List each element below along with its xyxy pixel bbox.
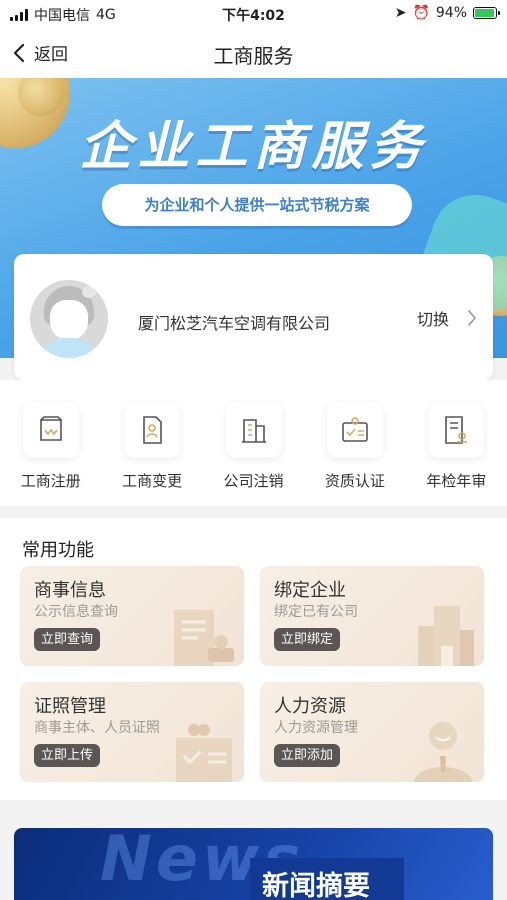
banner-title: 企业工商服务	[79, 117, 428, 177]
news-banner[interactable]: News 新闻摘要	[14, 828, 493, 900]
nav-bar: 返回 工商服务	[0, 28, 507, 78]
card-subtitle: 人力资源管理	[274, 720, 358, 736]
certificate-icon	[342, 417, 368, 442]
quick-action-company-deregistration[interactable]: 公司注销	[203, 380, 304, 506]
location-icon: ➤	[394, 5, 407, 21]
quick-action-label: 资质认证	[324, 472, 385, 490]
quick-actions: 工商注册 工商变更 公司注销 资质认证 年检年审	[0, 380, 507, 506]
company-card: 厦门松芝汽车空调有限公司 切换	[14, 254, 493, 380]
quick-action-label: 工商注册	[20, 472, 81, 490]
storefront-icon	[39, 416, 62, 441]
alarm-icon: ⏰	[412, 5, 430, 21]
quick-action-label: 年检年审	[426, 472, 487, 490]
card-subtitle: 公示信息查询	[34, 604, 118, 620]
status-bar: 中国电信 4G 下午4:02 ➤ ⏰ 94%	[0, 0, 507, 28]
common-functions-section: 常用功能 商事信息 公示信息查询 立即查询 绑定企业 绑定已有公司 立即绑定 证…	[0, 518, 507, 800]
avatar	[30, 280, 108, 358]
switch-company-button[interactable]: 切换	[417, 306, 477, 330]
document-stamp-icon	[174, 610, 234, 666]
chevron-right-icon	[468, 310, 476, 326]
card-subtitle: 绑定已有公司	[274, 604, 358, 620]
card-bind-company[interactable]: 绑定企业 绑定已有公司 立即绑定	[260, 566, 484, 666]
page-title: 工商服务	[213, 44, 294, 68]
quick-action-business-change[interactable]: 工商变更	[101, 380, 202, 506]
card-human-resources[interactable]: 人力资源 人力资源管理 立即添加	[260, 682, 484, 782]
banner-subtitle: 为企业和个人提供一站式节税方案	[102, 184, 412, 226]
license-icon	[176, 724, 232, 782]
bind-now-button[interactable]: 立即绑定	[274, 628, 341, 651]
switch-label: 切换	[416, 310, 449, 329]
building-icon	[241, 419, 266, 443]
form-stamp-icon	[445, 416, 468, 444]
battery-icon	[473, 7, 500, 19]
quick-action-business-registration[interactable]: 工商注册	[0, 380, 101, 506]
battery-percent: 94%	[435, 5, 467, 21]
card-business-info[interactable]: 商事信息 公示信息查询 立即查询	[20, 566, 244, 666]
card-license-management[interactable]: 证照管理 商事主体、人员证照 立即上传	[20, 682, 244, 782]
building-icon	[418, 606, 474, 666]
person-tie-icon	[414, 722, 472, 782]
add-now-button[interactable]: 立即添加	[274, 744, 341, 767]
company-name: 厦门松芝汽车空调有限公司	[138, 314, 331, 333]
quick-action-qualification-certification[interactable]: 资质认证	[304, 380, 405, 506]
card-title: 证照管理	[34, 696, 106, 717]
document-user-icon	[143, 416, 162, 444]
card-subtitle: 商事主体、人员证照	[34, 720, 160, 736]
quick-action-annual-inspection[interactable]: 年检年审	[406, 380, 507, 506]
card-title: 商事信息	[34, 580, 106, 601]
quick-action-label: 公司注销	[223, 472, 284, 490]
card-title: 绑定企业	[274, 580, 346, 601]
quick-action-label: 工商变更	[122, 472, 183, 490]
query-now-button[interactable]: 立即查询	[34, 628, 101, 651]
section-title: 常用功能	[22, 540, 94, 561]
news-label: 新闻摘要	[262, 871, 370, 900]
card-title: 人力资源	[274, 696, 346, 717]
upload-now-button[interactable]: 立即上传	[34, 744, 101, 767]
